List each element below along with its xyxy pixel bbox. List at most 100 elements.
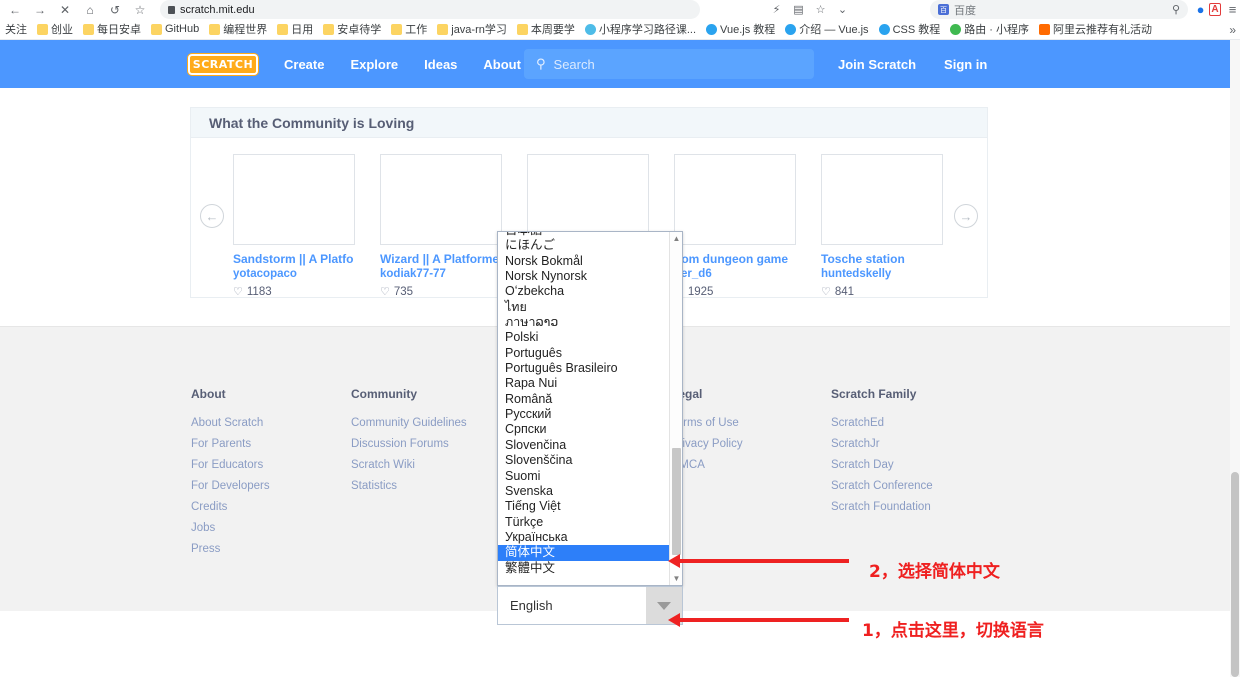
project-author[interactable]: der_d6 — [674, 268, 796, 280]
bookmark-item[interactable]: 安卓待学 — [318, 20, 386, 39]
project-thumbnail[interactable] — [674, 154, 796, 245]
sign-in-button[interactable]: Sign in — [944, 57, 987, 72]
menu-icon[interactable]: ≡ — [1224, 1, 1240, 17]
language-option[interactable]: Português — [498, 346, 670, 361]
footer-link[interactable]: Scratch Day — [831, 459, 991, 471]
nav-link-about[interactable]: About — [483, 57, 521, 72]
bookmark-item[interactable]: 日用 — [272, 20, 318, 39]
bookmark-item[interactable]: 每日安卓 — [78, 20, 146, 39]
scroll-up-icon[interactable]: ▲ — [670, 232, 682, 245]
nav-link-ideas[interactable]: Ideas — [424, 57, 457, 72]
carousel-next-icon[interactable]: → — [954, 204, 978, 228]
bookmark-item[interactable]: 关注 — [0, 20, 32, 39]
bookmark-item[interactable]: 工作 — [386, 20, 432, 39]
language-dropdown-list[interactable]: 日本語にほんごNorsk BokmålNorsk NynorskOʻzbekch… — [497, 231, 683, 586]
project-card[interactable]: Sandstorm || A Platfo yotacopaco ♡ 1183 — [233, 154, 355, 298]
bookmark-item[interactable]: java-rn学习 — [432, 20, 512, 39]
project-thumbnail[interactable] — [821, 154, 943, 245]
language-option[interactable]: Polski — [498, 330, 670, 345]
page-scrollbar[interactable] — [1230, 40, 1240, 677]
language-option[interactable]: Português Brasileiro — [498, 361, 670, 376]
scroll-down-icon[interactable]: ▼ — [670, 572, 682, 585]
join-scratch-button[interactable]: Join Scratch — [838, 57, 916, 72]
extension-icon[interactable]: ▤ — [790, 1, 807, 17]
search-icon[interactable]: ⚲ — [1172, 3, 1180, 16]
carousel-prev-icon[interactable]: ← — [200, 204, 224, 228]
project-title[interactable]: oom dungeon game — [674, 252, 796, 266]
favorite-star-icon[interactable]: ☆ — [812, 1, 829, 17]
footer-link[interactable]: DMCA — [671, 459, 831, 471]
bookmarks-overflow-icon[interactable]: » — [1229, 23, 1236, 37]
bookmark-item[interactable]: Vue.js 教程 — [701, 20, 780, 39]
footer-link[interactable]: Scratch Wiki — [351, 459, 511, 471]
bookmark-item[interactable]: 编程世界 — [204, 20, 272, 39]
language-option[interactable]: Oʻzbekcha — [498, 284, 670, 299]
language-select-box[interactable]: English — [497, 586, 683, 625]
footer-link[interactable]: For Educators — [191, 459, 351, 471]
language-option[interactable]: Slovenčina — [498, 438, 670, 453]
scrollbar-thumb[interactable] — [672, 448, 681, 555]
project-card[interactable]: Tosche station huntedskelly ♡ 841 — [821, 154, 943, 298]
nav-link-create[interactable]: Create — [284, 57, 324, 72]
nav-link-explore[interactable]: Explore — [350, 57, 398, 72]
language-option[interactable]: Svenska — [498, 484, 670, 499]
footer-link[interactable]: About Scratch — [191, 417, 351, 429]
bookmark-item[interactable]: 介绍 — Vue.js — [780, 20, 873, 39]
footer-link[interactable]: For Developers — [191, 480, 351, 492]
browser-profile-icon[interactable]: ● — [1192, 1, 1209, 17]
chevron-down-icon[interactable]: ⌄ — [834, 1, 851, 17]
footer-link[interactable]: Scratch Foundation — [831, 501, 991, 513]
bookmark-star-icon[interactable]: ☆ — [129, 1, 151, 18]
footer-link[interactable]: Jobs — [191, 522, 351, 534]
project-author[interactable]: yotacopaco — [233, 268, 355, 280]
reload-icon[interactable]: ↺ — [104, 1, 126, 18]
site-search-input[interactable]: Search — [554, 57, 595, 72]
stop-icon[interactable]: ✕ — [54, 1, 76, 18]
language-option[interactable]: Norsk Nynorsk — [498, 269, 670, 284]
bookmark-item[interactable]: CSS 教程 — [874, 20, 946, 39]
language-option[interactable]: Tiếng Việt — [498, 499, 670, 514]
language-option[interactable]: 繁體中文 — [498, 561, 670, 576]
language-option[interactable]: Русский — [498, 407, 670, 422]
project-author[interactable]: huntedskelly — [821, 268, 943, 280]
bookmark-item[interactable]: 小程序学习路径课... — [580, 20, 701, 39]
bookmark-item[interactable]: 本周要学 — [512, 20, 580, 39]
project-thumbnail[interactable] — [380, 154, 502, 245]
bookmark-item[interactable]: GitHub — [146, 20, 204, 39]
bookmark-item[interactable]: 创业 — [32, 20, 78, 39]
bookmark-item[interactable]: 阿里云推荐有礼活动 — [1034, 20, 1157, 39]
footer-link[interactable]: Discussion Forums — [351, 438, 511, 450]
footer-link[interactable]: Terms of Use — [671, 417, 831, 429]
footer-link[interactable]: ScratchEd — [831, 417, 991, 429]
browser-search-input[interactable]: 百度 — [954, 2, 1167, 18]
language-option[interactable]: Suomi — [498, 469, 670, 484]
language-option[interactable]: Română — [498, 392, 670, 407]
language-option[interactable]: Türkçe — [498, 515, 670, 530]
project-title[interactable]: Tosche station — [821, 252, 943, 266]
language-option[interactable]: Српски — [498, 422, 670, 437]
project-author[interactable]: kodiak77-77 — [380, 268, 502, 280]
page-scrollbar-thumb[interactable] — [1231, 472, 1239, 677]
project-title[interactable]: Sandstorm || A Platfo — [233, 252, 355, 266]
language-option[interactable]: Українська — [498, 530, 670, 545]
language-option[interactable]: にほんご — [498, 238, 670, 253]
footer-link[interactable]: Privacy Policy — [671, 438, 831, 450]
bookmark-item[interactable]: 路由 · 小程序 — [945, 20, 1034, 39]
footer-link[interactable]: Press — [191, 543, 351, 555]
project-thumbnail[interactable] — [233, 154, 355, 245]
footer-link[interactable]: For Parents — [191, 438, 351, 450]
footer-link[interactable]: Statistics — [351, 480, 511, 492]
project-card[interactable]: oom dungeon game der_d6 ♡1925 — [674, 154, 796, 298]
language-option[interactable]: Rapa Nui — [498, 376, 670, 391]
footer-link[interactable]: Scratch Conference — [831, 480, 991, 492]
browser-search-box[interactable]: 百 百度 ⚲ — [930, 0, 1188, 19]
lightning-icon[interactable]: ⚡ — [768, 1, 785, 17]
language-option[interactable]: Slovenščina — [498, 453, 670, 468]
project-title[interactable]: Wizard || A Platforme — [380, 252, 502, 266]
address-bar[interactable]: scratch.mit.edu — [160, 0, 700, 19]
footer-link[interactable]: Community Guidelines — [351, 417, 511, 429]
scratch-logo[interactable]: SCRATCH — [188, 53, 258, 75]
back-icon[interactable]: ← — [4, 1, 26, 18]
pdf-extension-icon[interactable]: A — [1209, 3, 1221, 16]
home-icon[interactable]: ⌂ — [79, 1, 101, 18]
